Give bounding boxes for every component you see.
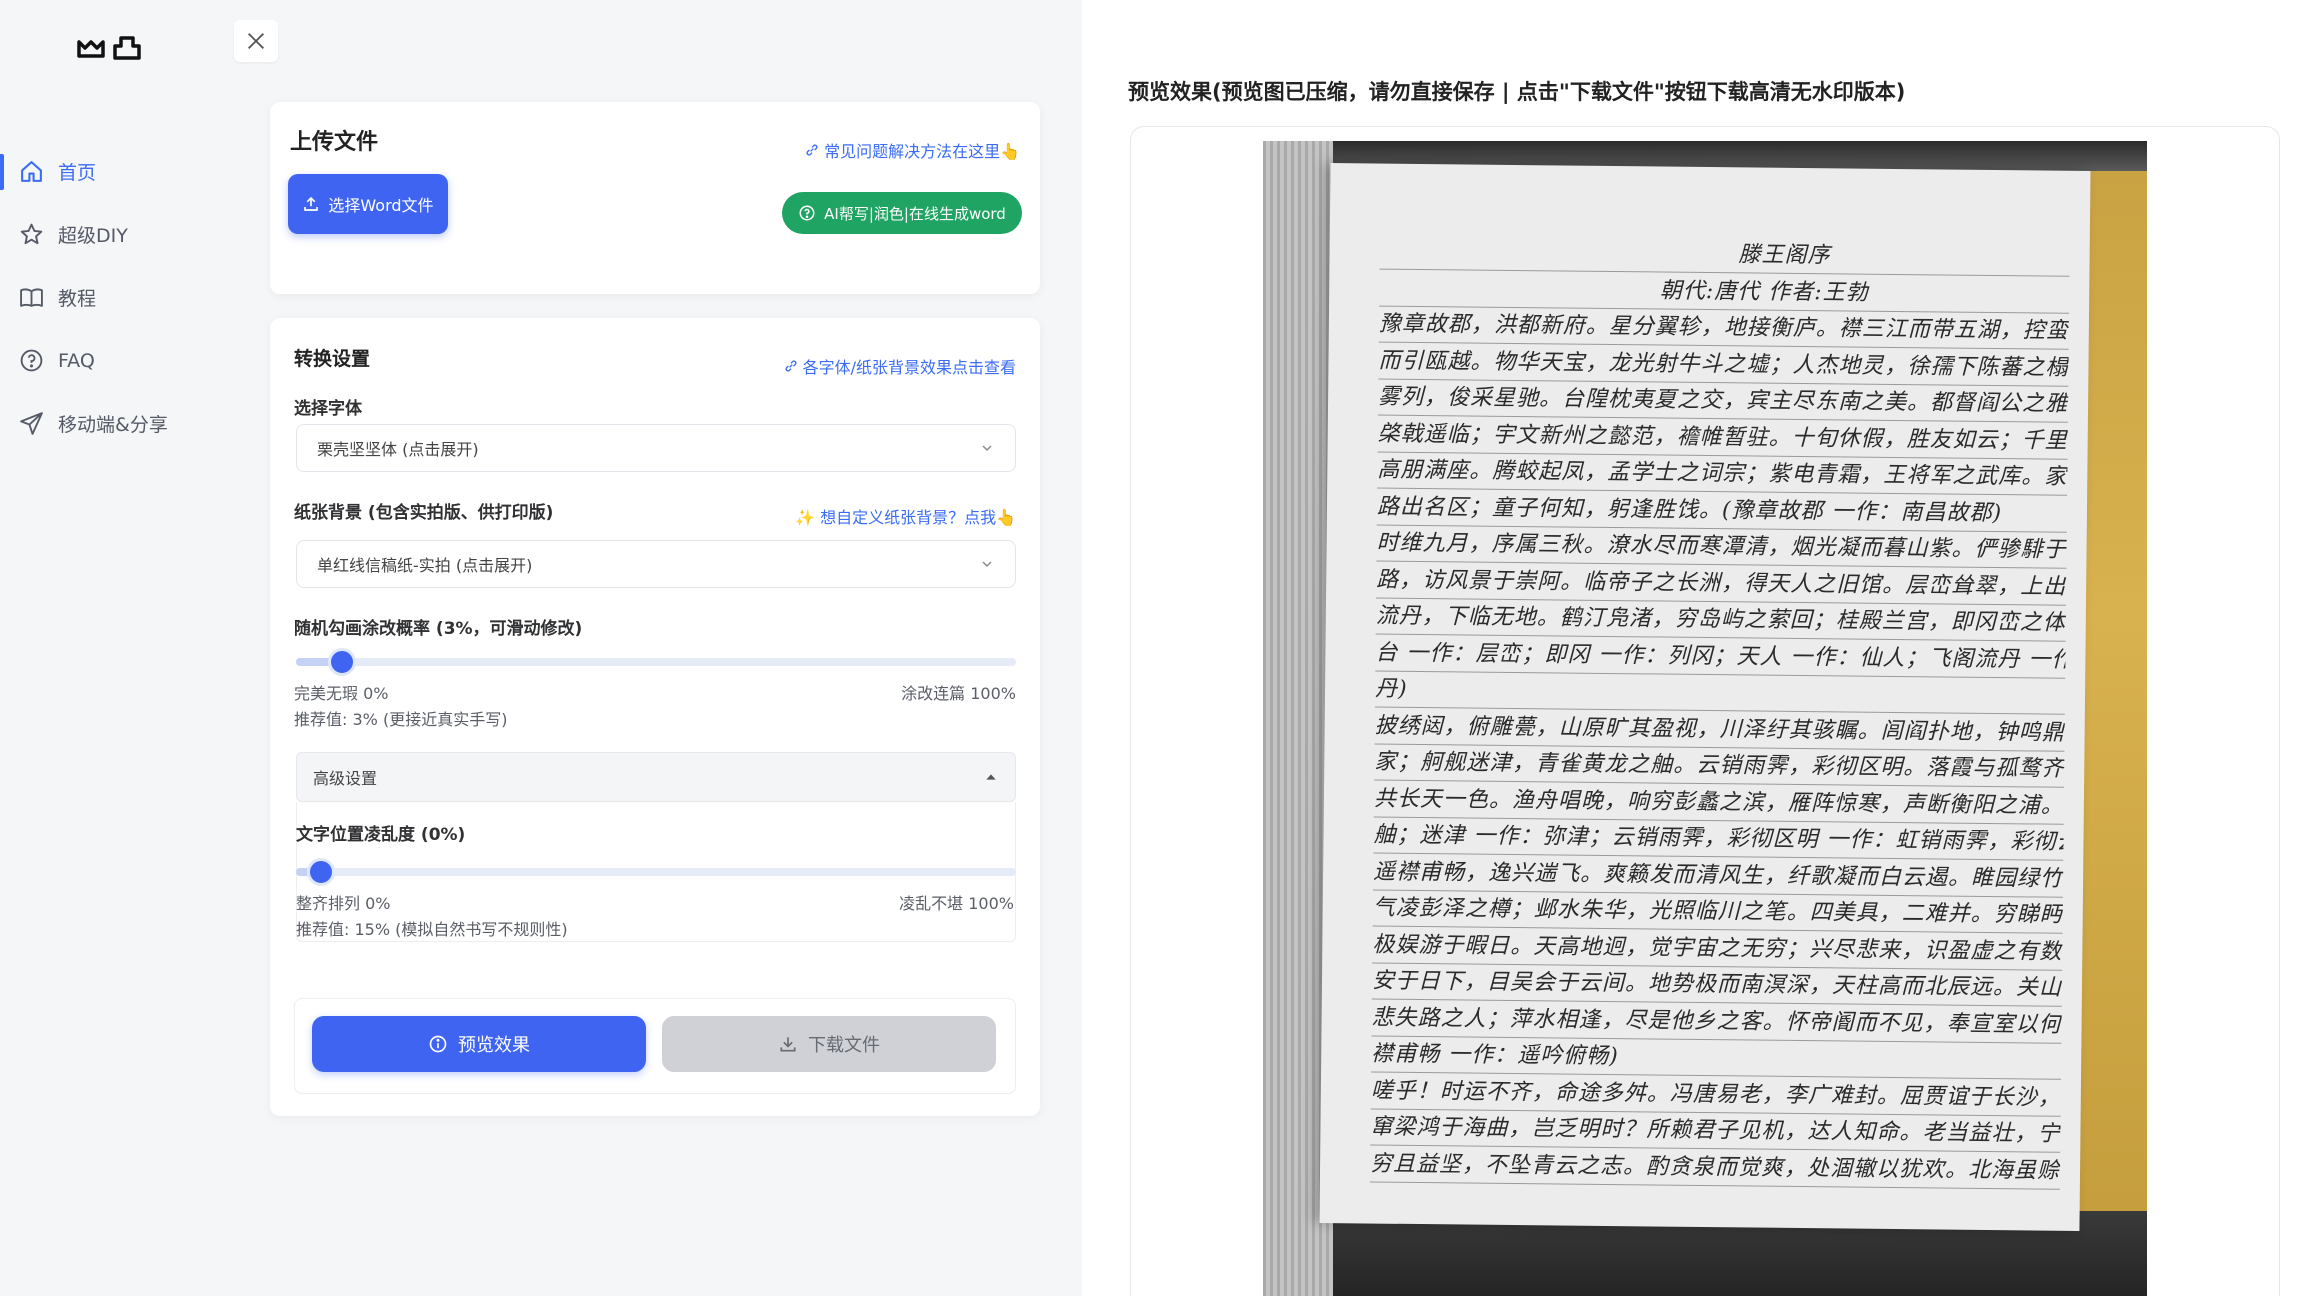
star-icon [18, 222, 44, 248]
preview-button[interactable]: 预览效果 [312, 1016, 646, 1072]
jitter-label: 文字位置凌乱度 (0%) [296, 825, 466, 845]
sidebar: 首页 超级DIY 教程 FAQ 移动端&分享 [0, 0, 220, 1296]
scribble-max-label: 涂改连篇 100% [901, 684, 1016, 703]
upload-title: 上传文件 [290, 130, 379, 155]
download-button[interactable]: 下载文件 [662, 1016, 996, 1072]
chevron-down-icon [982, 445, 992, 452]
ai-write-button[interactable]: AI帮写|润色|在线生成word [782, 192, 1022, 234]
paper-label: 纸张背景 (包含实拍版、供打印版) [294, 503, 554, 523]
book-icon [18, 285, 44, 311]
effects-link[interactable]: 各字体/纸张背景效果点击查看 [783, 354, 1016, 378]
sidebar-item-home[interactable]: 首页 [0, 140, 220, 203]
download-icon [780, 1037, 796, 1052]
logo-mark-left-icon [77, 40, 105, 58]
jitter-recommend: 推荐值: 15% (模拟自然书写不规则性) [296, 920, 568, 939]
link-icon [806, 144, 818, 156]
settings-card: 转换设置 各字体/纸张背景效果点击查看 选择字体 栗壳坚坚体 (点击展开) 纸张… [270, 318, 1040, 1116]
jitter-max-label: 凌乱不堪 100% [899, 894, 1014, 913]
preview-title: 预览效果(预览图已压缩，请勿直接保存 | 点击"下载文件"按钮下载高清无水印版本… [1128, 80, 1906, 104]
jitter-slider-thumb[interactable] [307, 858, 336, 886]
link-icon [785, 360, 797, 372]
sidebar-item-label: 首页 [58, 162, 97, 184]
help-circle-icon [18, 348, 44, 374]
jitter-slider[interactable] [296, 858, 1016, 886]
sidebar-item-label: 超级DIY [58, 225, 128, 247]
sidebar-item-faq[interactable]: FAQ [0, 329, 220, 392]
sidebar-item-label: FAQ [58, 349, 95, 372]
upload-icon [304, 196, 319, 211]
sidebar-item-mobile-share[interactable]: 移动端&分享 [0, 392, 220, 455]
paper-select[interactable]: 单红线信稿纸-实拍 (点击展开) [296, 540, 1016, 588]
scribble-slider[interactable] [296, 648, 1016, 676]
handwritten-paper: 滕王阁序 朝代:唐代 作者:王勃 豫章故郡，洪都新府。星分翼轸，地接衡庐。襟三江而带… [1319, 163, 2091, 1231]
advanced-settings-toggle[interactable]: 高级设置 [296, 752, 1016, 802]
upload-card: 上传文件 常见问题解决方法在这里👆 选择Word文件 AI帮写|润色|在线生成w… [270, 102, 1040, 294]
close-button[interactable] [234, 20, 278, 62]
close-icon [248, 33, 264, 49]
scribble-label: 随机勾画涂改概率 (3%，可滑动修改) [294, 619, 583, 639]
caret-up-icon [986, 774, 996, 780]
custom-paper-link[interactable]: ✨ 想自定义纸张背景？点我👆 [795, 504, 1016, 528]
scribble-min-label: 完美无瑕 0% [294, 684, 389, 703]
sidebar-item-label: 移动端&分享 [58, 414, 168, 436]
home-icon [18, 159, 44, 185]
handwritten-line: 穷且益坚，不坠青云之志。酌贪泉而觉爽，处涸辙以犹欢。北海虽赊，扶 [1369, 1146, 2061, 1190]
settings-title: 转换设置 [294, 348, 371, 370]
sidebar-nav: 首页 超级DIY 教程 FAQ 移动端&分享 [0, 140, 220, 455]
app-logo[interactable] [76, 34, 142, 62]
sidebar-item-label: 教程 [58, 288, 97, 310]
sidebar-item-tutorial[interactable]: 教程 [0, 266, 220, 329]
preview-image: 滕王阁序 朝代:唐代 作者:王勃 豫章故郡，洪都新府。星分翼轸，地接衡庐。襟三江而带… [1263, 141, 2147, 1296]
chevron-down-icon [982, 561, 992, 568]
logo-mark-right-icon [113, 36, 141, 60]
font-select[interactable]: 栗壳坚坚体 (点击展开) [296, 424, 1016, 472]
scribble-slider-thumb[interactable] [328, 648, 357, 676]
faq-link[interactable]: 常见问题解决方法在这里👆 [804, 138, 1020, 162]
select-word-button[interactable]: 选择Word文件 [288, 174, 448, 234]
scribble-recommend: 推荐值: 3% (更接近真实手写) [294, 710, 508, 729]
sidebar-item-super-diy[interactable]: 超级DIY [0, 203, 220, 266]
font-label: 选择字体 [294, 399, 362, 419]
jitter-min-label: 整齐排列 0% [296, 894, 391, 913]
send-icon [18, 411, 44, 437]
help-circle-icon [799, 205, 815, 221]
info-icon [429, 1035, 447, 1053]
preview-frame: 滕王阁序 朝代:唐代 作者:王勃 豫章故郡，洪都新府。星分翼轸，地接衡庐。襟三江而带… [1130, 126, 2280, 1296]
